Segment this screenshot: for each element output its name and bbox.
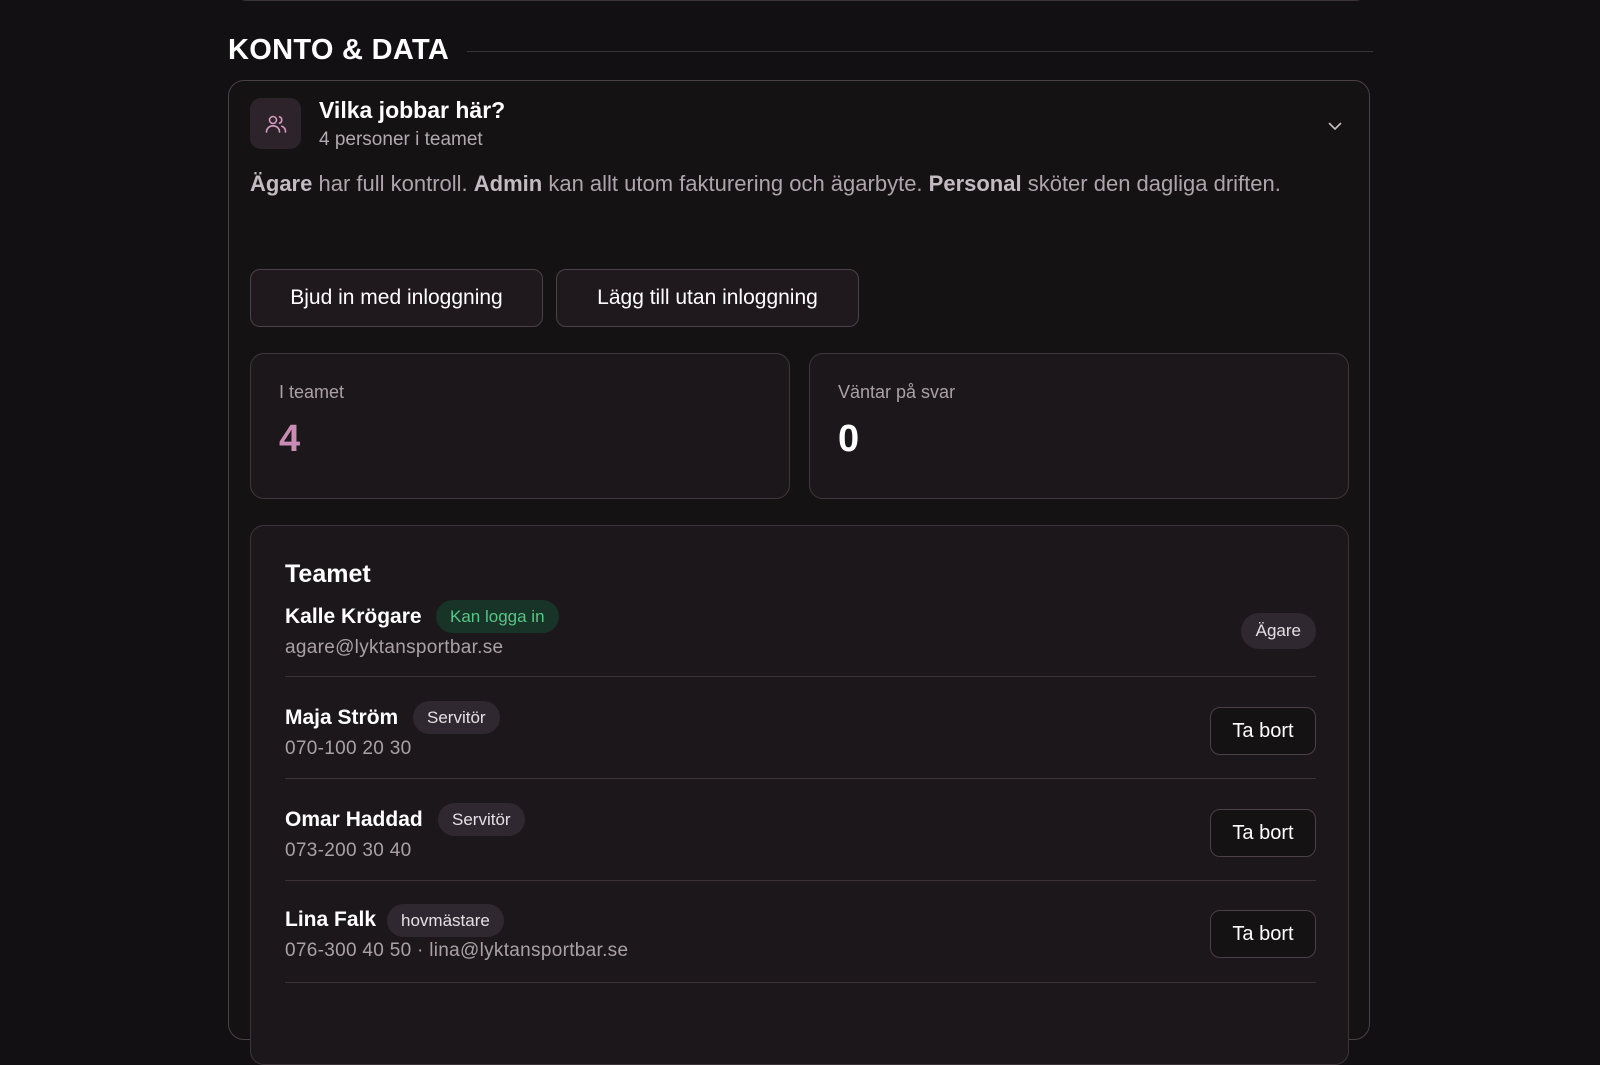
member-contact: agare@lyktansportbar.se [285,637,504,658]
member-contact: 070-100 20 30 [285,738,412,759]
remove-member-button[interactable]: Ta bort [1210,809,1316,857]
stat-card-team: I teamet 4 [250,353,790,499]
chevron-down-icon[interactable] [1324,115,1346,137]
remove-member-button[interactable]: Ta bort [1210,910,1316,958]
stat-team-label: I teamet [279,382,345,402]
role-admin-text: kan allt utom fakturering och ägarbyte. [542,171,929,196]
team-list-card: Teamet Kalle Krögare Kan logga in agare@… [250,525,1349,1065]
role-tag: Servitör [438,803,525,836]
stat-pending-value: 0 [838,418,860,460]
invite-with-login-button[interactable]: Bjud in med inloggning [250,269,543,327]
panel-header[interactable]: Vilka jobbar här? 4 personer i teamet [250,97,1348,150]
panel-subtitle: 4 personer i teamet [319,129,483,150]
member-name: Maja Ström [285,706,399,729]
panel-title: Vilka jobbar här? [319,97,506,123]
role-badge: Ägare [1240,613,1316,649]
member-name: Omar Haddad [285,808,423,831]
role-staff-text: sköter den dagliga driften. [1021,171,1281,196]
member-contact: 073-200 30 40 [285,840,412,861]
team-panel: Vilka jobbar här? 4 personer i teamet Äg… [228,80,1370,1065]
login-status-badge: Kan logga in [436,600,559,633]
team-title: Teamet [285,560,371,588]
roles-description: Ägare har full kontroll. Admin kan allt … [250,166,1325,202]
role-owner: Ägare [250,171,313,196]
section-header: KONTO & DATA [228,30,1373,70]
users-icon [250,98,301,149]
add-without-login-button[interactable]: Lägg till utan inloggning [556,269,859,327]
team-row: Kalle Krögare Kan logga in agare@lyktans… [285,598,1316,677]
role-tag: Servitör [413,701,500,734]
section-divider [467,50,1373,52]
member-name: Lina Falk [285,908,377,931]
role-owner-text: har full kontroll. [312,171,474,196]
remove-member-button[interactable]: Ta bort [1210,707,1316,755]
stat-card-pending: Väntar på svar 0 [809,353,1349,499]
role-tag: hovmästare [387,904,504,937]
role-admin: Admin [473,171,543,196]
team-row: Lina Falk hovmästare 076-300 40 50 · lin… [285,881,1316,983]
member-contact: 076-300 40 50 · lina@lyktansportbar.se [285,940,629,961]
section-title: KONTO & DATA [228,33,450,66]
previous-card-edge [238,0,1364,1]
stat-pending-label: Väntar på svar [838,382,956,402]
role-staff: Personal [928,171,1022,196]
member-name: Kalle Krögare [285,605,422,628]
team-row: Omar Haddad Servitör 073-200 30 40 Ta bo… [285,779,1316,881]
stat-team-value: 4 [279,418,301,460]
team-row: Maja Ström Servitör 070-100 20 30 Ta bor… [285,677,1316,779]
